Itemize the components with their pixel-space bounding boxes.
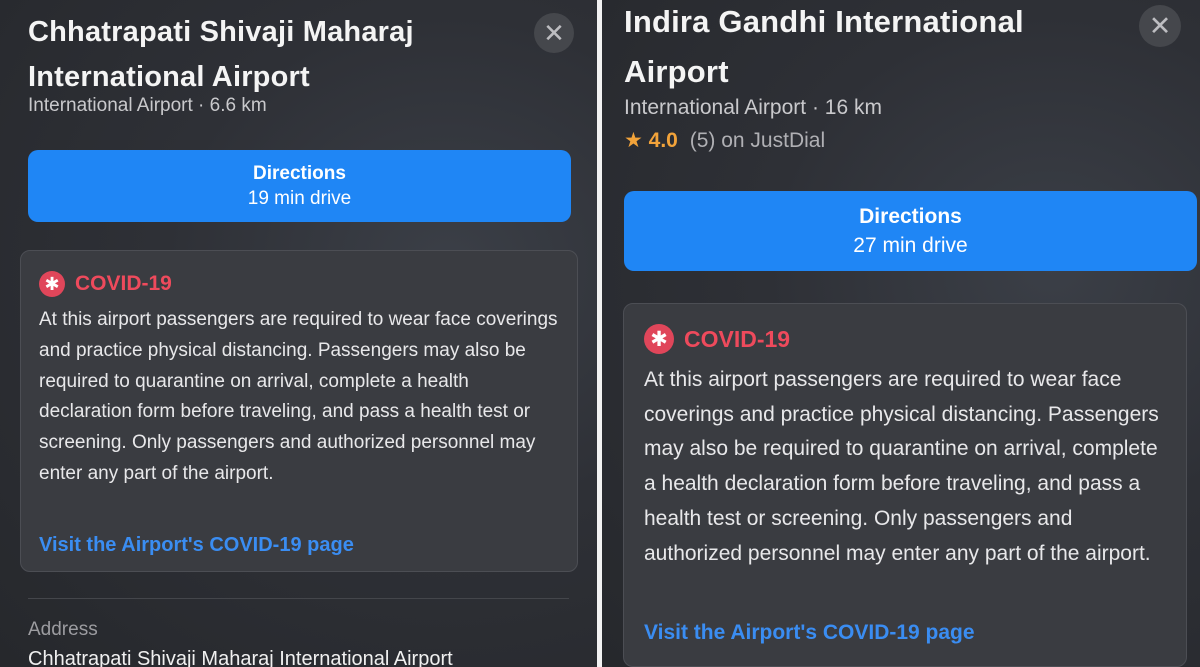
rating-count: (5) [689,129,716,152]
covid-header: ✱ COVID-19 [39,271,172,297]
star-icon: ★ [624,129,643,152]
covid-header: ✱ COVID-19 [644,324,790,354]
address-value: Chhatrapati Shivaji Maharaj Internationa… [28,648,453,667]
place-subtitle: International Airport · 6.6 km [28,95,267,116]
address-label: Address [28,619,98,640]
covid-page-link[interactable]: Visit the Airport's COVID-19 page [39,534,354,557]
covid-description: At this airport passengers are required … [39,309,558,484]
drive-time: 19 min drive [247,187,352,209]
rating-source: on JustDial [721,129,826,152]
rating: ★ 4.0 (5) on JustDial [624,128,825,153]
covid-alert-icon: ✱ [39,271,65,297]
directions-label: Directions [859,204,962,228]
covid-title: COVID-19 [684,325,791,352]
section-divider [28,598,569,599]
place-subtitle: International Airport · 16 km [624,96,882,119]
close-icon: ✕ [1148,10,1172,41]
covid-title: COVID-19 [75,272,172,295]
close-icon: ✕ [543,17,565,48]
covid-page-link[interactable]: Visit the Airport's COVID-19 page [644,621,975,645]
directions-button[interactable]: Directions 27 min drive [624,191,1197,271]
covid-description: At this airport passengers are required … [644,368,1159,565]
drive-time: 27 min drive [853,233,968,257]
covid-info-card: ✱ COVID-19 At this airport passengers ar… [20,250,578,572]
place-title: Chhatrapati Shivaji Maharaj Internationa… [28,16,414,93]
covid-alert-icon: ✱ [644,324,674,354]
right-place-card: Indira Gandhi International Airport Inte… [602,0,1200,667]
directions-label: Directions [253,162,346,184]
covid-info-card: ✱ COVID-19 At this airport passengers ar… [623,303,1187,667]
close-button[interactable]: ✕ [1139,5,1181,47]
place-title: Indira Gandhi International Airport [624,4,1024,89]
directions-button[interactable]: Directions 19 min drive [28,150,571,222]
rating-score: 4.0 [648,129,678,152]
left-place-card: Chhatrapati Shivaji Maharaj Internationa… [0,0,597,667]
close-button[interactable]: ✕ [534,13,574,53]
